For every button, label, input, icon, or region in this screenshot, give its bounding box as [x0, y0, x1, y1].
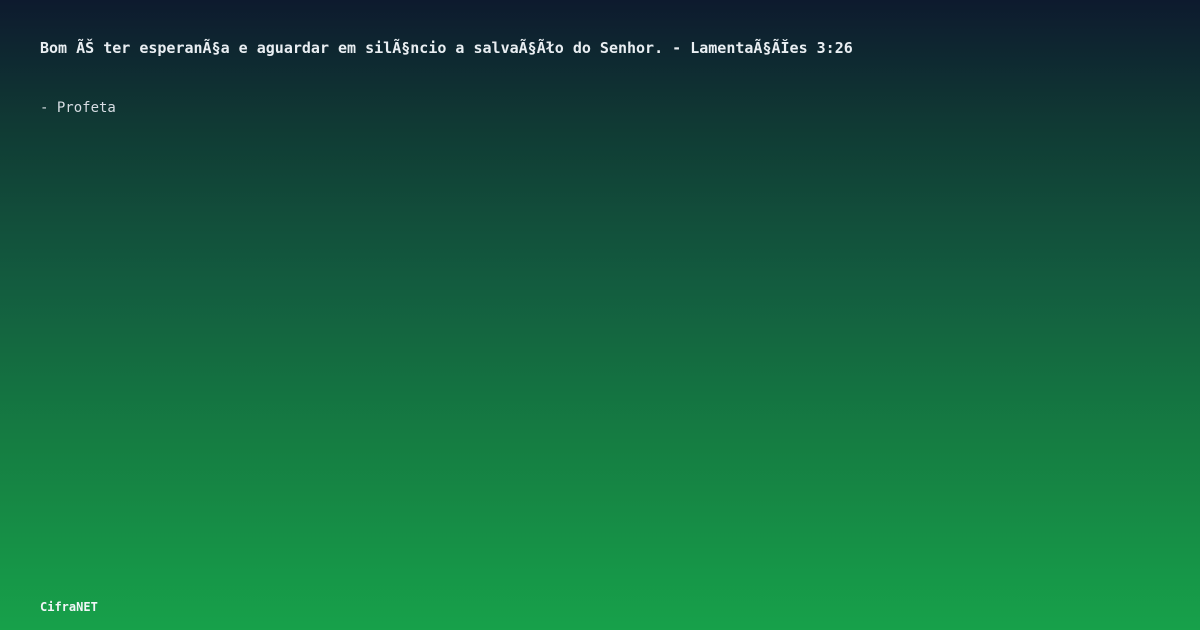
quote-text: Bom ÃŠ ter esperanÃ§a e aguardar em silÃ…	[40, 39, 853, 57]
quote-author: - Profeta	[40, 100, 116, 116]
quote-card: Bom ÃŠ ter esperanÃ§a e aguardar em silÃ…	[0, 0, 1200, 630]
brand-name: CifraNET	[40, 600, 98, 614]
